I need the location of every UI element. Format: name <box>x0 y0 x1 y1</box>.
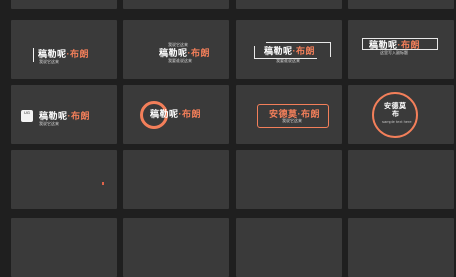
template-tile-r0c2[interactable] <box>236 0 342 9</box>
template-subtitle: 我说它这来 <box>39 121 59 126</box>
template-tile-r1c2[interactable]: 稿勒呢·布朗 我要谁说这来 <box>236 20 342 79</box>
template-tile-r1c1[interactable]: 我说它这来 稿勒呢·布朗 我要谁说这来 <box>123 20 229 79</box>
template-tile-r3c3[interactable] <box>348 150 454 209</box>
template-subtitle: sample text here <box>382 119 412 124</box>
template-tile-r0c0[interactable] <box>11 0 117 9</box>
template-tile-r1c3[interactable]: 稿勒呢·布朗 这里写入副标题 <box>348 20 454 79</box>
template-tile-r4c0[interactable] <box>11 218 117 277</box>
template-title-line2: 布 <box>392 111 400 118</box>
template-title: 稿勒呢·布朗 <box>264 46 316 56</box>
template-tile-r2c1[interactable]: 稿勒呢·布朗 <box>123 85 229 144</box>
template-subtitle: 我说它这来 <box>39 59 59 64</box>
template-tile-r3c1[interactable] <box>123 150 229 209</box>
logo-icon: UG <box>21 110 33 122</box>
template-title: 稿勒呢·布朗 <box>150 109 202 119</box>
template-tile-r3c0[interactable] <box>11 150 117 209</box>
accent-mark <box>102 182 104 185</box>
template-tile-r4c3[interactable] <box>348 218 454 277</box>
template-tile-r1c0[interactable]: 稿勒呢·布朗 我说它这来 <box>11 20 117 79</box>
template-subtitle: 我说它这来 <box>282 118 302 123</box>
template-tile-r4c2[interactable] <box>236 218 342 277</box>
template-tile-r4c1[interactable] <box>123 218 229 277</box>
template-tile-r2c2[interactable]: 安德莫·布朗 我说它这来 <box>236 85 342 144</box>
template-tile-r2c0[interactable]: UG 稿勒呢·布朗 我说它这来 <box>11 85 117 144</box>
template-grid: 稿勒呢·布朗 我说它这来 我说它这来 稿勒呢·布朗 我要谁说这来 稿勒呢·布朗 … <box>0 0 456 277</box>
template-subtitle: 我要谁说这来 <box>276 58 300 63</box>
template-subtitle: 这里写入副标题 <box>380 50 408 55</box>
template-tile-r2c3[interactable]: 安德莫 布 sample text here <box>348 85 454 144</box>
template-tile-r0c1[interactable] <box>123 0 229 9</box>
template-subtitle: 我要谁说这来 <box>168 58 192 63</box>
template-tile-r3c2[interactable] <box>236 150 342 209</box>
template-tile-r0c3[interactable] <box>348 0 454 9</box>
title-bar-decoration <box>33 48 34 62</box>
